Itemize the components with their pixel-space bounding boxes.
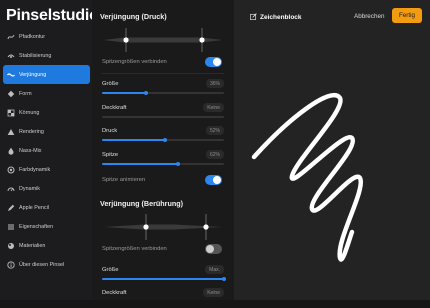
pressure-opacity-row: Deckkraft Keine: [102, 103, 226, 123]
sidebar-item-label: Verjüngung: [19, 71, 47, 78]
info-icon: [7, 260, 15, 269]
stabilize-icon: [7, 52, 15, 60]
sidebar-item-nass-mix[interactable]: Nass-Mix: [0, 141, 92, 160]
touch-link-tip-sizes-row: Spitzengrößen verbinden: [102, 244, 226, 264]
sidebar: Pinselstudio Pfadkontur Stabilisierung V…: [0, 0, 99, 300]
pressure-taper-curve[interactable]: [104, 28, 222, 52]
link-tip-sizes-label: Spitzengrößen verbinden: [102, 59, 167, 65]
sidebar-item-stabilisierung[interactable]: Stabilisierung: [0, 46, 92, 65]
sidebar-item-label: Apple Pencil: [19, 204, 49, 211]
sidebar-item-form[interactable]: Form: [0, 84, 92, 103]
size-label: Größe: [102, 81, 119, 87]
pressure-label: Druck: [102, 128, 118, 134]
sidebar-item-materialien[interactable]: Materialien: [0, 236, 92, 255]
link-tip-sizes-toggle[interactable]: [205, 57, 222, 67]
pencil-icon: [7, 204, 15, 212]
pressure-value: 52%: [205, 126, 224, 135]
shape-icon: [7, 90, 15, 98]
opacity-slider[interactable]: [102, 116, 224, 118]
sidebar-item-rendering[interactable]: Rendering: [0, 122, 92, 141]
tip-label: Spitze: [102, 152, 119, 158]
sidebar-item-label: Form: [19, 90, 32, 97]
sidebar-item-koernung[interactable]: Körnung: [0, 103, 92, 122]
animate-tip-toggle[interactable]: [205, 175, 222, 185]
touch-taper-heading: Verjüngung (Berührung): [100, 199, 184, 208]
touch-taper-end-handle[interactable]: [203, 224, 209, 230]
animate-tip-label: Spitze animieren: [102, 177, 146, 183]
rendering-icon: [7, 128, 15, 136]
taper-icon: [7, 71, 15, 79]
pressure-tip-row: Spitze 62%: [102, 150, 226, 170]
sidebar-item-label: Rendering: [19, 128, 44, 135]
sidebar-item-ueber-diesen-pinsel[interactable]: Über diesen Pinsel: [0, 255, 92, 274]
color-dynamics-icon: [7, 166, 15, 174]
sidebar-item-label: Pfadkontur: [19, 33, 46, 40]
settings-panel: Verjüngung (Druck) Spitzengrößen verbind…: [92, 0, 234, 300]
opacity-value: Keine: [203, 103, 224, 112]
divider: [102, 73, 224, 74]
dynamics-icon: [7, 185, 15, 193]
tip-value: 62%: [205, 150, 224, 159]
size-value: 36%: [205, 79, 224, 88]
tip-slider[interactable]: [102, 161, 224, 166]
taper-end-handle[interactable]: [199, 37, 205, 43]
animate-tip-row: Spitze animieren: [102, 175, 226, 195]
touch-link-tip-sizes-label: Spitzengrößen verbinden: [102, 246, 167, 252]
opacity-label: Deckkraft: [102, 105, 127, 111]
touch-opacity-row: Deckkraft Keine: [102, 288, 226, 308]
drawing-pad[interactable]: Zeichenblock Abbrechen Fertig: [234, 0, 430, 300]
pressure-taper-heading: Verjüngung (Druck): [100, 12, 167, 21]
materials-icon: [7, 242, 15, 250]
sidebar-item-pfadkontur[interactable]: Pfadkontur: [0, 27, 92, 46]
sidebar-item-label: Körnung: [19, 109, 40, 116]
taper-start-handle[interactable]: [123, 37, 129, 43]
touch-size-label: Größe: [102, 267, 119, 273]
sidebar-item-farbdynamik[interactable]: Farbdynamik: [0, 160, 92, 179]
sidebar-list: Pfadkontur Stabilisierung Verjüngung For…: [0, 27, 92, 274]
touch-opacity-label: Deckkraft: [102, 290, 127, 296]
sidebar-item-label: Über diesen Pinsel: [19, 261, 65, 268]
sidebar-item-verjuengung[interactable]: Verjüngung: [3, 65, 90, 84]
path-icon: [7, 33, 15, 41]
sidebar-item-label: Dynamik: [19, 185, 40, 192]
touch-opacity-value: Keine: [203, 288, 224, 297]
properties-icon: [7, 223, 15, 231]
touch-size-value: Max.: [205, 265, 224, 274]
sidebar-item-label: Stabilisierung: [19, 52, 52, 59]
touch-size-slider[interactable]: [102, 276, 226, 281]
pressure-pressure-row: Druck 52%: [102, 126, 226, 146]
pressure-size-row: Größe 36%: [102, 79, 226, 99]
brush-stroke: [251, 92, 364, 262]
app-title: Pinselstudio: [6, 7, 99, 24]
grain-icon: [7, 109, 15, 117]
touch-taper-start-handle[interactable]: [143, 224, 149, 230]
pressure-slider[interactable]: [102, 137, 224, 142]
sidebar-item-label: Eigenschaften: [19, 223, 54, 230]
wet-mix-icon: [7, 147, 15, 155]
sidebar-item-label: Nass-Mix: [19, 147, 42, 154]
touch-taper-curve[interactable]: [104, 214, 222, 240]
size-slider[interactable]: [102, 90, 224, 95]
sidebar-item-apple-pencil[interactable]: Apple Pencil: [0, 198, 92, 217]
sidebar-item-label: Farbdynamik: [19, 166, 51, 173]
sidebar-item-dynamik[interactable]: Dynamik: [0, 179, 92, 198]
touch-size-row: Größe Max.: [102, 265, 226, 285]
sidebar-item-eigenschaften[interactable]: Eigenschaften: [0, 217, 92, 236]
link-tip-sizes-row: Spitzengrößen verbinden: [102, 57, 226, 77]
sidebar-item-label: Materialien: [19, 242, 46, 249]
touch-link-tip-sizes-toggle[interactable]: [205, 244, 222, 254]
